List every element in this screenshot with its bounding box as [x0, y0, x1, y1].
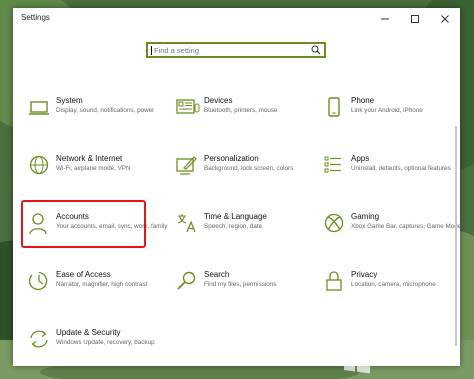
maximize-icon: [411, 15, 419, 23]
paintbrush-icon: [176, 156, 197, 175]
search-input[interactable]: Find a setting: [146, 42, 326, 58]
scrollbar[interactable]: [455, 126, 457, 346]
text-caret: [151, 46, 152, 55]
settings-tile-network-internet[interactable]: Network & Internet Wi-Fi, airplane mode,…: [28, 154, 168, 204]
minimize-icon: [381, 18, 389, 20]
watermark: WinBuzzer: [340, 347, 470, 375]
accounts-highlight-box: [21, 200, 146, 248]
tile-title: Time & Language: [204, 212, 267, 221]
time-language-icon: [177, 214, 196, 233]
tile-description: Background, lock screen, colors: [204, 165, 294, 172]
settings-tile-ease-of-access[interactable]: Ease of Access Narrator, magnifier, high…: [28, 270, 168, 320]
search-icon[interactable]: [311, 45, 321, 55]
tile-description: Link your Android, iPhone: [351, 107, 423, 114]
settings-tile-search[interactable]: Search Find my files, permissions: [176, 270, 316, 320]
globe-icon: [29, 155, 49, 175]
settings-tile-personalization[interactable]: Personalization Background, lock screen,…: [176, 154, 316, 204]
tile-description: Find my files, permissions: [204, 281, 277, 288]
tile-description: Display, sound, notifications, power: [56, 107, 155, 114]
window-title: Settings: [21, 13, 50, 22]
tile-title: Privacy: [351, 270, 378, 279]
tile-description: Speech, region, date: [204, 223, 263, 230]
tile-title: Personalization: [204, 154, 259, 163]
tile-description: Narrator, magnifier, high contrast: [56, 281, 148, 288]
sync-icon: [30, 330, 48, 348]
tile-title: Gaming: [351, 212, 380, 221]
tile-description: Windows Update, recovery, backup: [56, 339, 155, 346]
tile-title: System: [56, 96, 83, 105]
tile-title: Search: [204, 270, 230, 279]
watermark-text: WinBuzzer: [376, 351, 458, 368]
settings-tile-time-language[interactable]: Time & Language Speech, region, date: [176, 212, 316, 262]
apps-list-icon: [324, 156, 341, 173]
windows-logo-icon: [344, 348, 370, 374]
tile-description: Uninstall, defaults, optional features: [351, 165, 451, 172]
settings-tile-phone[interactable]: Phone Link your Android, iPhone: [323, 96, 463, 146]
ease-of-access-icon: [28, 271, 48, 291]
close-button[interactable]: [430, 8, 460, 30]
tile-description: Location, camera, microphone: [351, 281, 436, 288]
settings-tile-privacy[interactable]: Privacy Location, camera, microphone: [323, 270, 463, 320]
search-icon: [177, 271, 196, 290]
tile-description: Bluetooth, printers, mouse: [204, 107, 278, 114]
settings-tile-system[interactable]: System Display, sound, notifications, po…: [28, 96, 168, 146]
tile-description: Xbox Game Bar, captures, Game Mode: [351, 223, 462, 230]
keyboard-icon: [176, 99, 200, 114]
lock-icon: [326, 271, 342, 291]
xbox-icon: [324, 213, 344, 233]
tile-title: Devices: [204, 96, 233, 105]
close-icon: [441, 15, 449, 23]
laptop-icon: [29, 101, 49, 115]
settings-tile-gaming[interactable]: Gaming Xbox Game Bar, captures, Game Mod…: [323, 212, 463, 262]
maximize-button[interactable]: [400, 8, 430, 30]
tile-title: Ease of Access: [56, 270, 111, 279]
tile-title: Apps: [351, 154, 370, 163]
tile-title: Phone: [351, 96, 375, 105]
settings-window: Settings Find a setting System Display, …: [13, 8, 463, 366]
title-bar: Settings: [13, 8, 460, 30]
tile-title: Update & Security: [56, 328, 121, 337]
phone-icon: [328, 97, 340, 117]
tile-title: Network & Internet: [56, 154, 123, 163]
search-placeholder: Find a setting: [154, 46, 200, 55]
settings-tile-apps[interactable]: Apps Uninstall, defaults, optional featu…: [323, 154, 463, 204]
settings-tile-update-security[interactable]: Update & Security Windows Update, recove…: [28, 328, 168, 378]
settings-tile-devices[interactable]: Devices Bluetooth, printers, mouse: [176, 96, 316, 146]
minimize-button[interactable]: [370, 8, 400, 30]
tile-description: Wi-Fi, airplane mode, VPN: [56, 165, 131, 172]
